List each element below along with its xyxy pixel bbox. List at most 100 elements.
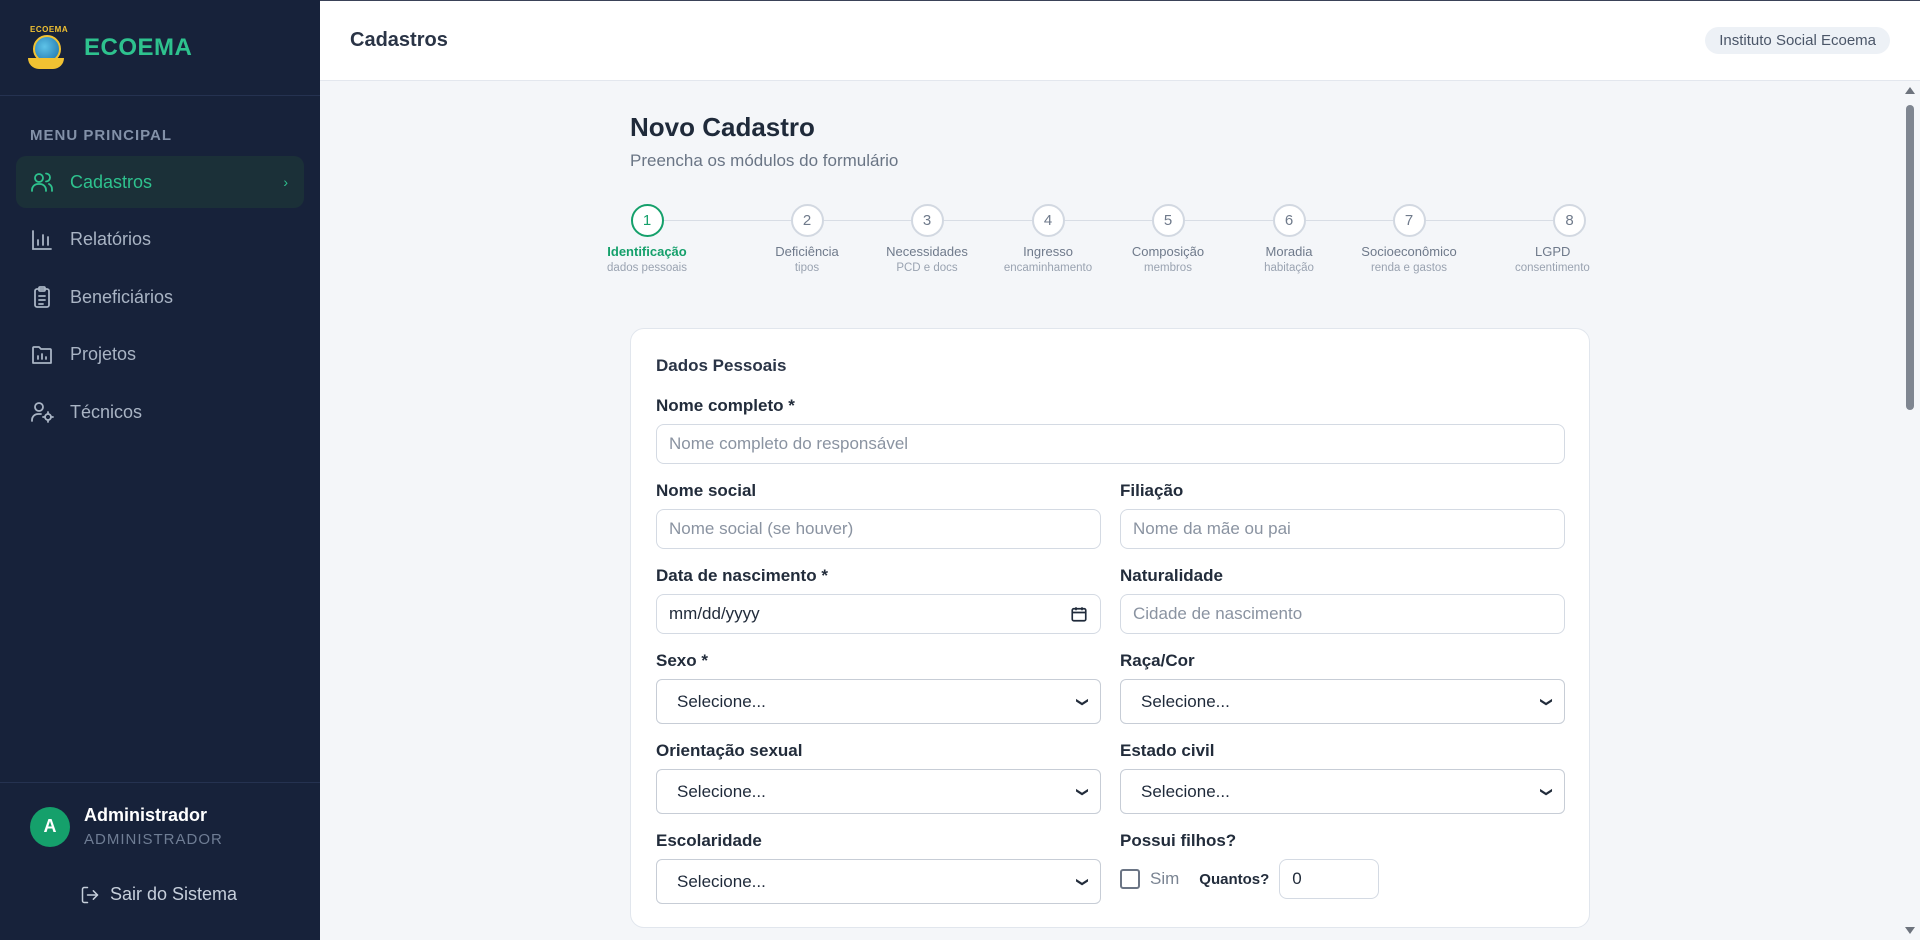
sexo-value: Selecione... [677, 691, 766, 711]
step-sub: dados pessoais [607, 262, 687, 274]
step-7[interactable]: 7 Socioeconômico renda e gastos [1354, 204, 1464, 274]
user-gear-icon [31, 402, 54, 423]
step-label: LGPD [1535, 244, 1571, 259]
step-number: 7 [1392, 204, 1426, 237]
users-icon [31, 172, 53, 192]
step-number: 2 [790, 204, 824, 237]
chevron-down-icon: ❯ [1075, 696, 1090, 707]
chevron-down-icon: ❯ [1539, 786, 1554, 797]
step-number: 1 [630, 204, 664, 237]
nome-completo-label: Nome completo * [656, 396, 795, 415]
step-number: 3 [910, 204, 944, 237]
escolaridade-select[interactable]: Selecione... ❯ [656, 859, 1101, 904]
filiacao-label: Filiação [1120, 481, 1184, 500]
data-nascimento-label: Data de nascimento * [656, 566, 828, 585]
calendar-icon[interactable] [1070, 605, 1088, 623]
scroll-down-arrow-icon[interactable] [1905, 927, 1915, 934]
data-nascimento-input[interactable]: mm/dd/yyyy [656, 594, 1101, 634]
raca-cor-select[interactable]: Selecione... ❯ [1120, 679, 1565, 724]
sidebar-item-cadastros[interactable]: Cadastros › [16, 156, 304, 208]
sidebar-item-label: Técnicos [70, 401, 143, 422]
page-title: Novo Cadastro [630, 112, 815, 142]
form-stepper: 1 Identificação dados pessoais 2 Deficiê… [607, 204, 1590, 284]
step-number: 8 [1553, 204, 1586, 237]
top-header: Cadastros Instituto Social Ecoema [320, 0, 1920, 81]
sidebar-item-label: Cadastros [70, 171, 153, 192]
step-2[interactable]: 2 Deficiência tipos [752, 204, 862, 274]
step-5[interactable]: 5 Composição membros [1113, 204, 1223, 274]
step-sub: PCD e docs [896, 262, 958, 274]
avatar: A [30, 806, 70, 847]
possui-filhos-row: Sim Quantos? 0 [1120, 859, 1380, 899]
brand-name: ECOEMA [84, 33, 193, 61]
step-4[interactable]: 4 Ingresso encaminhamento [993, 204, 1103, 274]
section-title: Dados Pessoais [656, 356, 787, 375]
hand-icon [28, 57, 64, 69]
estado-civil-value: Selecione... [1141, 781, 1230, 801]
step-3[interactable]: 3 Necessidades PCD e docs [872, 204, 982, 274]
main-menu: Cadastros › Relatórios Beneficiários Pro… [16, 156, 304, 444]
nome-completo-input[interactable]: Nome completo do responsável [656, 424, 1565, 464]
sidebar-item-label: Relatórios [70, 229, 152, 249]
bar-chart-icon [32, 229, 52, 250]
step-8[interactable]: 8 LGPD consentimento [1515, 204, 1625, 274]
step-label: Deficiência [775, 244, 839, 259]
chevron-down-icon: ❯ [1539, 696, 1554, 707]
step-number: 4 [1031, 204, 1065, 237]
sidebar-item-projetos[interactable]: Projetos [16, 329, 304, 381]
header-title: Cadastros [350, 29, 448, 51]
page-scrollbar[interactable] [1900, 81, 1920, 940]
possui-filhos-label: Possui filhos? [1120, 831, 1237, 850]
sidebar-item-label: Beneficiários [70, 286, 174, 307]
orientacao-select[interactable]: Selecione... ❯ [656, 769, 1101, 814]
step-label: Socioeconômico [1361, 244, 1457, 259]
step-sub: tipos [794, 262, 820, 274]
filiacao-input[interactable]: Nome da mãe ou pai [1120, 509, 1565, 549]
step-number: 6 [1272, 204, 1306, 237]
user-name: Administrador [84, 805, 208, 825]
sidebar-item-beneficiarios[interactable]: Beneficiários [16, 271, 304, 323]
date-placeholder: mm/dd/yyyy [669, 604, 760, 623]
scroll-up-arrow-icon[interactable] [1905, 87, 1915, 94]
chevron-down-icon: ❯ [1075, 786, 1090, 797]
raca-cor-value: Selecione... [1141, 691, 1230, 711]
user-info: A Administrador ADMINISTRADOR [30, 805, 223, 848]
brand: ECOEMA ECOEMA [0, 0, 320, 96]
personal-data-card: Dados Pessoais Nome completo * Nome comp… [630, 328, 1590, 928]
sexo-select[interactable]: Selecione... ❯ [656, 679, 1101, 724]
escolaridade-value: Selecione... [677, 871, 766, 891]
page-subtitle: Preencha os módulos do formulário [630, 151, 899, 170]
estado-civil-select[interactable]: Selecione... ❯ [1120, 769, 1565, 814]
sidebar-item-tecnicos[interactable]: Técnicos [16, 386, 304, 438]
logout-button[interactable]: Sair do Sistema [80, 884, 237, 905]
step-label: Composição [1131, 244, 1205, 259]
checkbox-label: Sim [1150, 869, 1180, 888]
sidebar: ECOEMA ECOEMA MENU PRINCIPAL Cadastros ›… [0, 0, 320, 940]
step-label: Necessidades [886, 244, 968, 259]
quantos-label: Quantos? [1199, 870, 1270, 888]
step-label: Ingresso [1023, 244, 1073, 259]
step-label: Identificação [607, 244, 687, 259]
step-label: Moradia [1265, 244, 1313, 259]
naturalidade-input[interactable]: Cidade de nascimento [1120, 594, 1565, 634]
chevron-down-icon: ❯ [1075, 876, 1090, 887]
step-1[interactable]: 1 Identificação dados pessoais [592, 204, 702, 274]
logo-text: ECOEMA [30, 24, 69, 34]
scroll-thumb[interactable] [1906, 105, 1914, 410]
possui-filhos-checkbox[interactable] [1120, 869, 1140, 889]
step-sub: renda e gastos [1370, 262, 1448, 274]
quantos-input[interactable]: 0 [1279, 859, 1380, 899]
step-number: 5 [1151, 204, 1185, 237]
nome-social-input[interactable]: Nome social (se houver) [656, 509, 1101, 549]
sexo-label: Sexo * [656, 651, 708, 670]
raca-cor-label: Raça/Cor [1120, 651, 1195, 670]
clipboard-icon [34, 286, 50, 308]
step-6[interactable]: 6 Moradia habitação [1234, 204, 1344, 274]
user-role: ADMINISTRADOR [84, 831, 223, 848]
escolaridade-label: Escolaridade [656, 831, 762, 850]
sidebar-item-relatorios[interactable]: Relatórios [16, 214, 304, 266]
orientacao-label: Orientação sexual [656, 741, 803, 760]
naturalidade-label: Naturalidade [1120, 566, 1223, 585]
step-sub: consentimento [1515, 262, 1590, 274]
ecoema-logo: ECOEMA [26, 25, 68, 71]
